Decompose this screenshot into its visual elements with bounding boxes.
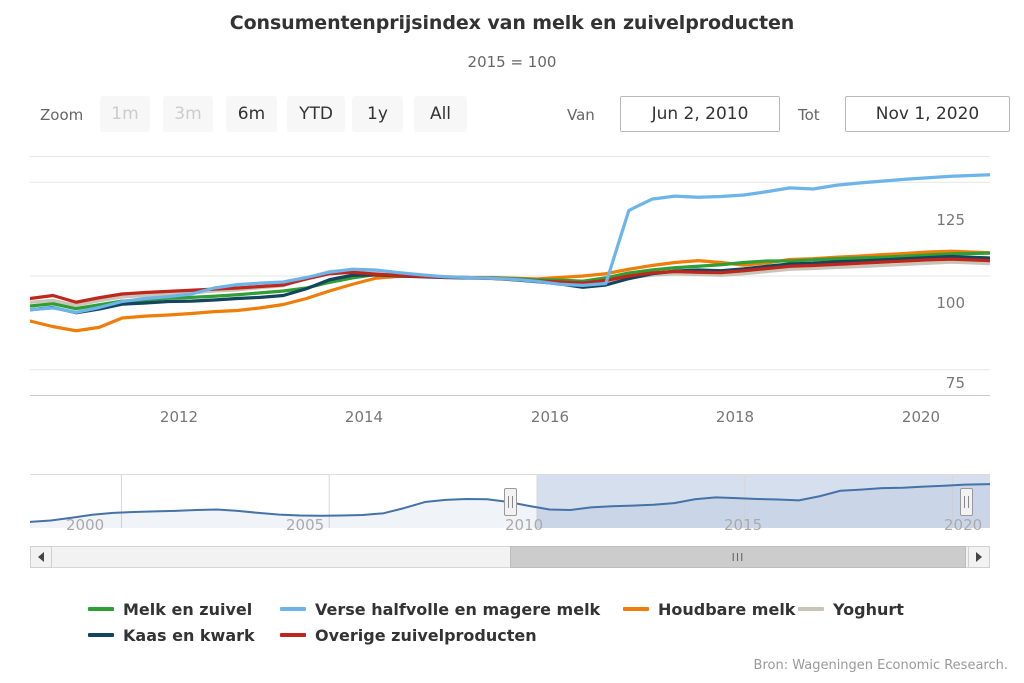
chevron-right-icon [976,552,982,562]
legend-item-houdbare-melk[interactable]: Houdbare melk [623,600,798,619]
range-button-3m[interactable]: 3m [163,96,213,132]
legend-row: Melk en zuivel Verse halfvolle en magere… [88,596,988,622]
legend-label: Overige zuivelproducten [315,625,537,645]
legend-label: Yoghurt [833,599,904,619]
y-axis-label-100: 100 [936,294,965,312]
credits-text: Bron: Wageningen Economic Research. [753,658,1008,673]
range-selector: Zoom 1m 3m 6m YTD 1y All Van Jun 2, 2010… [0,96,1024,138]
scrollbar-left-button[interactable] [30,546,52,568]
scrollbar-grip: III [731,550,745,564]
zoom-label: Zoom [40,106,84,124]
legend-swatch-overige-zuivelproducten [280,633,306,637]
from-label: Van [567,106,595,124]
navigator-handle-left[interactable] [504,488,517,516]
legend-item-melk-en-zuivel[interactable]: Melk en zuivel [88,600,280,619]
main-plot-area[interactable] [30,156,990,396]
range-button-6m[interactable]: 6m [226,96,277,132]
chart-container: Consumentenprijsindex van melk en zuivel… [0,0,1024,683]
x-axis-label-2014: 2014 [344,408,384,426]
range-button-ytd[interactable]: YTD [287,96,345,132]
scrollbar-right-button[interactable] [968,546,990,568]
y-axis-label-75: 75 [945,374,965,392]
legend-swatch-kaas-en-kwark [88,633,114,637]
navigator-handle-right[interactable] [960,488,973,516]
legend-row: Kaas en kwark Overige zuivelproducten [88,622,988,648]
range-button-1y[interactable]: 1y [352,96,403,132]
legend-swatch-melk-en-zuivel [88,607,114,611]
navigator-label-2010: 2010 [505,516,544,534]
chart-subtitle: 2015 = 100 [467,53,557,71]
to-date-input[interactable]: Nov 1, 2020 [845,96,1010,132]
legend-item-verse-halfvolle-en-magere-melk[interactable]: Verse halfvolle en magere melk [280,600,623,619]
to-label: Tot [798,106,820,124]
legend-item-overige-zuivelproducten[interactable]: Overige zuivelproducten [280,626,537,645]
navigator-label-2015: 2015 [724,516,763,534]
scrollbar-thumb[interactable]: III [510,546,966,568]
legend-swatch-yoghurt [798,607,824,611]
x-axis-label-2012: 2012 [159,408,199,426]
page-title: Consumentenprijsindex van melk en zuivel… [229,12,795,34]
legend-item-yoghurt[interactable]: Yoghurt [798,600,904,619]
navigator-label-2000: 2000 [66,516,105,534]
y-axis-label-125: 125 [936,211,965,229]
legend-label: Kaas en kwark [123,625,255,645]
x-axis-label-2016: 2016 [530,408,570,426]
navigator-label-2020: 2020 [944,516,983,534]
from-date-input[interactable]: Jun 2, 2010 [620,96,780,132]
main-plot-svg [30,156,990,396]
chevron-left-icon [38,552,44,562]
legend-swatch-verse-halfvolle-en-magere-melk [280,607,306,611]
legend-swatch-houdbare-melk [623,607,649,611]
x-axis-label-2020: 2020 [901,408,941,426]
legend-label: Verse halfvolle en magere melk [315,599,601,619]
legend-label: Melk en zuivel [123,599,253,619]
x-axis-label-2018: 2018 [715,408,755,426]
range-button-all[interactable]: All [414,96,467,132]
range-button-1m[interactable]: 1m [100,96,150,132]
navigator-label-2005: 2005 [286,516,325,534]
legend: Melk en zuivel Verse halfvolle en magere… [88,596,988,648]
legend-label: Houdbare melk [658,599,796,619]
legend-item-kaas-en-kwark[interactable]: Kaas en kwark [88,626,280,645]
